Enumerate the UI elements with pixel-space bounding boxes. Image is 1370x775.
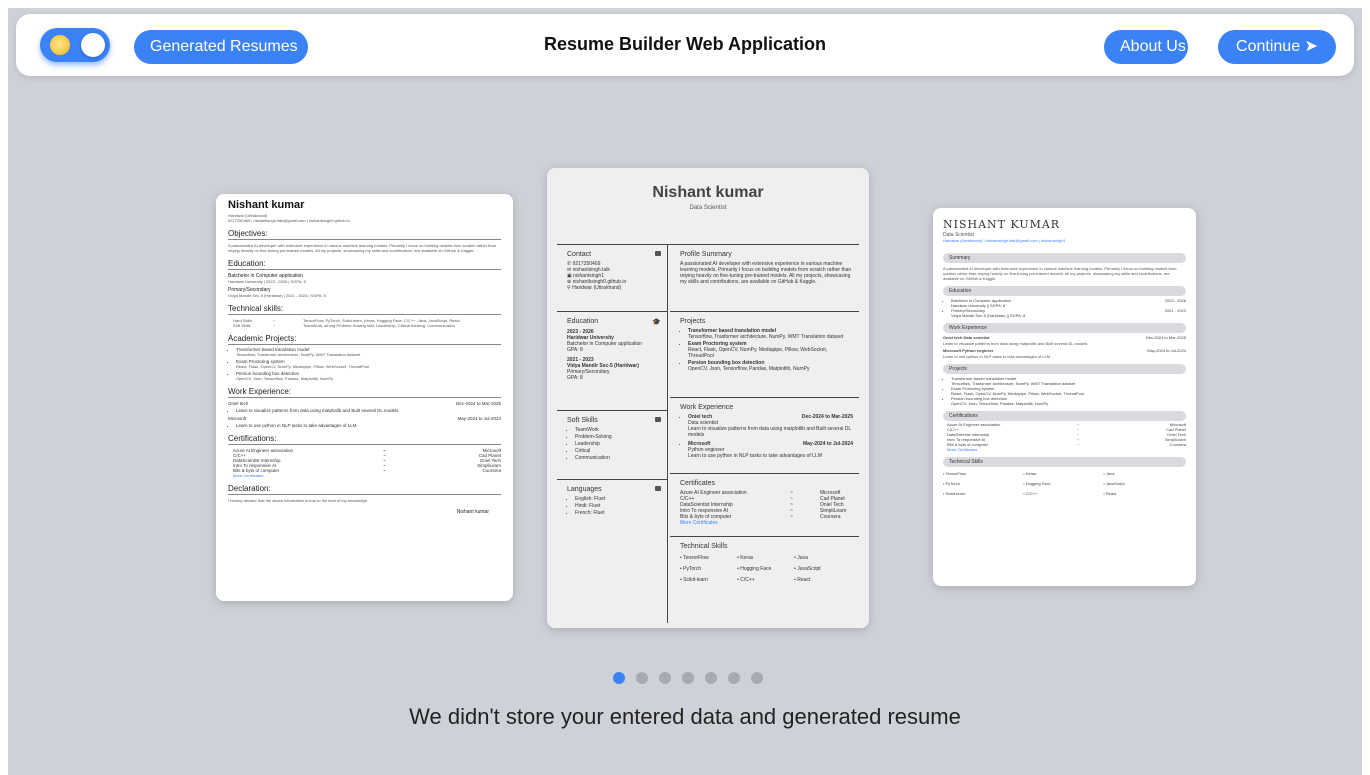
language-icon [655,486,661,491]
privacy-message: We didn't store your entered data and ge… [409,704,961,729]
certifications-heading: Certifications: [228,434,501,445]
top-navbar: Generated Resumes Resume Builder Web App… [16,14,1354,76]
about-us-button[interactable]: About Us [1104,30,1188,64]
certifications-heading: Certifications [943,411,1186,421]
work-entry: Oniel tech Dec-2024 to Mar-2025 [228,401,501,406]
list-item: Exam Proctoring systemReact, Flask, Open… [236,359,501,369]
summary-text: A passionated AI developer with extensiv… [943,266,1177,281]
projects-heading: Academic Projects: [228,334,501,345]
education-heading: Education [943,286,1186,296]
technical-skills-section: Technical Skills • TensorFlow • Keras • … [680,543,821,583]
soft-skills-label: Soft Skills [233,323,251,328]
objectives-heading: Objectives: [228,229,501,240]
education-detail: Haridwar University | 2023 - 2026 | SGPA… [228,279,306,284]
carousel-dot-5[interactable] [705,672,717,684]
projects-section: Projects Transformer based translation m… [670,312,859,398]
projects-list: Transformer based translation modelTenso… [236,347,501,381]
more-certificates-link[interactable]: More Certificates [233,473,501,478]
resume-slide-right[interactable]: NISHANT KUMAR Data Scientist Haridwar (U… [933,208,1196,586]
summary-heading: Summary [943,253,1186,263]
certifications-list: Azure AI Engineer association ~ Microsoft … [233,448,501,478]
technical-skills-heading: Technical Skills [943,457,1186,467]
list-item: Learn to visualize patterns from data us… [236,408,501,413]
resume-slide-center[interactable]: Nishant kumar Data Scientist Contact ✆ 9… [547,168,869,628]
declaration-text: I hereby declare that the above informat… [228,498,369,503]
work-experience-heading: Work Experience [943,323,1186,333]
list-item: Learn to use python in NLP tasks to take… [236,423,501,428]
education-detail: Vidya Mandir Sec-5 (Haridwar) | 2021 - 2… [228,293,326,298]
list-item: Persion bounding box detectionOpenCV, Js… [236,371,501,381]
resume-slide-left[interactable]: Nishant kumar Haridwar (Uttrakhand) 9217… [216,194,513,601]
list-item: Transformer based translation modelTenso… [236,347,501,357]
continue-button[interactable]: Continue ➤ [1218,30,1336,64]
technical-skills-heading: Technical skills: [228,304,501,315]
work-entry: Microsoft May-2024 to Jul-2024 [228,416,501,421]
languages-section: Languages English: Fluet Hindi: Fluet Fr… [557,480,667,521]
resume-name: Nishant kumar [228,199,305,211]
carousel-dot-7[interactable] [751,672,763,684]
certificates-section: Certificates Azure AI Engineer associati… [670,474,859,537]
contact-section: Contact ✆ 9217250469 ✉ nishantsingh.talk… [557,245,667,312]
contact-card-icon [655,251,661,256]
soft-skills-section: Soft Skills TeamWork Problem-Solving Lea… [557,411,667,480]
profile-summary-section: Profile Summary A passionated AI develop… [670,245,859,312]
carousel-dot-4[interactable] [682,672,694,684]
skills-icon [655,417,661,422]
soft-skills-value: TeamWork, strong Problem-Solving skill, … [303,323,455,328]
resume-contact: Haridwar (Uttrakhand) | nishantsingh.tal… [943,238,1066,243]
resume-contact: 9217250469 | nishantsingh.talk@gmail.com… [228,218,350,223]
education-section: Education 🎓 2023 - 2026 Haridwar Universi… [557,312,667,411]
resume-role: Data Scientist [689,205,727,211]
resume-name: NISHANT KUMAR [943,218,1061,231]
more-certificates-link[interactable]: More Certificates [680,520,853,526]
carousel-dot-2[interactable] [636,672,648,684]
work-experience-section: Work Experience Oniel techDec-2024 to Ma… [670,398,859,474]
objectives-text: A passionated AI developer with extensiv… [228,243,496,253]
resume-name: Nishant kumar [652,184,764,201]
carousel-pagination [613,672,763,684]
carousel-dot-3[interactable] [659,672,671,684]
signature: Nishant kumar [456,509,489,515]
more-certificates-link[interactable]: More Certificates [947,447,1186,452]
declaration-heading: Declaration: [228,484,501,495]
carousel-dot-1[interactable] [613,672,625,684]
education-heading: Education: [228,259,501,270]
soft-skills-row: Soft Skills ~ TeamWork, strong Problem-S… [228,323,501,328]
projects-heading: Projects [943,364,1186,374]
carousel-dot-6[interactable] [728,672,740,684]
work-experience-heading: Work Experience: [228,387,501,398]
graduation-cap-icon: 🎓 [652,319,661,326]
